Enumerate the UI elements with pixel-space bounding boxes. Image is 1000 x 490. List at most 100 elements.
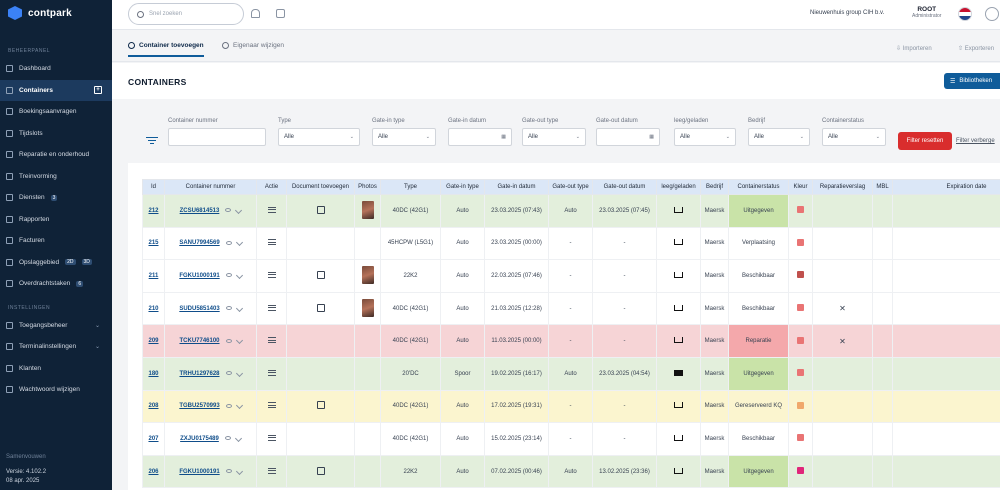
container-status[interactable]: Gereserveerd KQ	[728, 389, 789, 424]
sidebar-item-tijdslots[interactable]: Tijdslots	[0, 123, 112, 145]
edit-icon[interactable]	[235, 402, 243, 410]
container-number-link[interactable]: SANU7994569	[179, 240, 219, 246]
eye-icon[interactable]	[225, 371, 232, 376]
add-document-icon[interactable]	[316, 270, 325, 279]
container-status[interactable]: Beschikbaar	[728, 291, 789, 326]
add-document-icon[interactable]	[316, 466, 325, 475]
add-document-icon[interactable]	[316, 303, 325, 312]
sidebar-item-treinvorming[interactable]: Treinvorming	[0, 166, 112, 188]
column-header[interactable]: Bedrijf	[700, 179, 729, 195]
edit-icon[interactable]	[235, 304, 243, 312]
filter-input[interactable]	[168, 128, 266, 146]
sidebar-item-toegangsbeheer[interactable]: Toegangsbeheer ⌄	[0, 315, 112, 337]
eye-icon[interactable]	[225, 273, 232, 278]
container-number-link[interactable]: TCKU7746100	[179, 338, 219, 344]
container-number-link[interactable]: SUDU5851403	[179, 306, 219, 312]
add-document-icon[interactable]	[316, 205, 325, 214]
container-id-link[interactable]: 211	[142, 259, 165, 293]
table-row[interactable]: 208 TGBU2570993 40DC (42G1) Auto 17.02.2025 …	[142, 389, 1000, 424]
edit-icon[interactable]	[235, 271, 243, 279]
table-row[interactable]: 207 ZXJU0175489 40DC (42G1) Auto 15.02.2025 …	[142, 422, 1000, 456]
column-header[interactable]: Id	[142, 179, 165, 195]
table-row[interactable]: 212 ZCSU6814513 40DC (42G1) Auto 23.03.2025 …	[142, 194, 1000, 228]
view-badge[interactable]: 2D	[65, 259, 76, 266]
container-id-link[interactable]: 212	[142, 194, 165, 228]
edit-icon[interactable]	[235, 369, 243, 377]
hide-filters-link[interactable]: Filter verberge	[956, 138, 995, 144]
menu-icon[interactable]	[267, 466, 276, 475]
column-header[interactable]: Type	[380, 179, 441, 195]
view-badge[interactable]: 3D	[81, 259, 92, 266]
container-status[interactable]: Uitgegeven	[728, 356, 789, 391]
column-header[interactable]: leeg/geladen	[656, 179, 701, 195]
sidebar-item-dashboard[interactable]: Dashboard	[0, 58, 112, 80]
container-status[interactable]: Beschikbaar	[728, 259, 789, 293]
column-header[interactable]: Kleur	[788, 179, 813, 195]
eye-icon[interactable]	[224, 436, 231, 441]
library-button[interactable]: ☰ Bibliotheken	[944, 73, 1000, 89]
container-status[interactable]: Beschikbaar	[728, 422, 789, 456]
container-number-link[interactable]: FGKU1000191	[179, 469, 219, 475]
sidebar-item-overdrachtstaken[interactable]: Overdrachtstaken 6	[0, 273, 112, 295]
add-icon[interactable]: +	[94, 86, 102, 95]
sidebar-item-facturen[interactable]: Facturen	[0, 230, 112, 252]
filter-select[interactable]: Alle ⌄	[748, 128, 810, 146]
filter-select[interactable]: Alle ⌄	[522, 128, 586, 146]
menu-icon[interactable]	[267, 205, 276, 214]
column-header[interactable]: Actie	[256, 179, 287, 195]
add-document-icon[interactable]	[316, 401, 325, 410]
column-header[interactable]: Gate-out type	[548, 179, 593, 195]
filter-select[interactable]: Alle ⌄	[822, 128, 886, 146]
edit-icon[interactable]	[235, 467, 243, 475]
menu-icon[interactable]	[267, 401, 276, 410]
container-id-link[interactable]: 210	[142, 291, 165, 326]
column-header[interactable]: Gate-out datum	[592, 179, 657, 195]
table-row[interactable]: 206 FGKU1000191 22K2 Auto 07.02.2025 (00:46)…	[142, 454, 1000, 489]
container-number-link[interactable]: TRHU1297628	[179, 371, 219, 377]
eye-icon[interactable]	[225, 306, 232, 311]
photo-thumbnail[interactable]	[361, 298, 374, 317]
sidebar-item-reparatie-en-onderhoud[interactable]: Reparatie en onderhoud	[0, 144, 112, 166]
export-button[interactable]: ⇧ Exporteren	[958, 45, 994, 52]
edit-icon[interactable]	[235, 239, 243, 247]
container-number-link[interactable]: ZXJU0175489	[180, 436, 219, 442]
container-number-link[interactable]: TGBU2570993	[179, 403, 219, 409]
container-status[interactable]: Verplaatsing	[728, 226, 789, 261]
table-row[interactable]: 180 TRHU1297628 20'DC Spoor 19.02.2025 (16:1…	[142, 356, 1000, 391]
container-id-link[interactable]: 208	[142, 389, 165, 424]
column-header[interactable]: Containerstatus	[728, 179, 789, 195]
tab-owner-change[interactable]: Eigenaar wijzigen	[222, 42, 284, 49]
menu-icon[interactable]	[267, 368, 276, 377]
container-number-link[interactable]: FGKU1000191	[179, 273, 219, 279]
photo-thumbnail[interactable]	[361, 265, 374, 284]
menu-icon[interactable]	[267, 336, 276, 345]
sidebar-item-wachtwoord-wijzigen[interactable]: Wachtwoord wijzigen	[0, 379, 112, 401]
calendar-icon[interactable]: ▦	[501, 134, 506, 140]
column-header[interactable]: Gate-in type	[440, 179, 485, 195]
table-row[interactable]: 211 FGKU1000191 22K2 Auto 22.03.2025 (07:46)…	[142, 259, 1000, 293]
container-id-link[interactable]: 180	[142, 356, 165, 391]
bell-icon[interactable]	[251, 9, 260, 18]
filter-icon[interactable]	[146, 135, 158, 146]
container-id-link[interactable]: 215	[142, 226, 165, 261]
repair-tools-icon[interactable]: ✕	[839, 304, 846, 313]
column-header[interactable]: Expiration date	[892, 179, 1000, 195]
column-header[interactable]: Document toevoegen	[286, 179, 355, 195]
collapse-sidebar-button[interactable]: Samenvouwen	[6, 454, 46, 460]
sidebar-item-klanten[interactable]: Klanten	[0, 358, 112, 380]
tab-add-container[interactable]: Container toevoegen	[128, 42, 204, 57]
sidebar-item-boekingsaanvragen[interactable]: Boekingsaanvragen	[0, 101, 112, 123]
filter-input[interactable]: ▦	[448, 128, 512, 146]
language-flag-icon[interactable]	[958, 7, 972, 21]
menu-icon[interactable]	[267, 303, 276, 312]
sidebar-item-opslaggebied[interactable]: Opslaggebied 2D 3D	[0, 252, 112, 274]
table-row[interactable]: 215 SANU7994569 45HCPW (L5G1) Auto 23.03.202…	[142, 226, 1000, 261]
edit-icon[interactable]	[234, 434, 242, 442]
table-row[interactable]: 210 SUDU5851403 40DC (42G1) Auto 21.03.2025 …	[142, 291, 1000, 326]
filter-select[interactable]: Alle ⌄	[674, 128, 736, 146]
mail-icon[interactable]	[276, 9, 285, 18]
container-id-link[interactable]: 206	[142, 454, 165, 489]
container-status[interactable]: Uitgegeven	[728, 454, 789, 489]
sidebar-item-diensten[interactable]: Diensten 3	[0, 187, 112, 209]
menu-icon[interactable]	[267, 433, 276, 442]
